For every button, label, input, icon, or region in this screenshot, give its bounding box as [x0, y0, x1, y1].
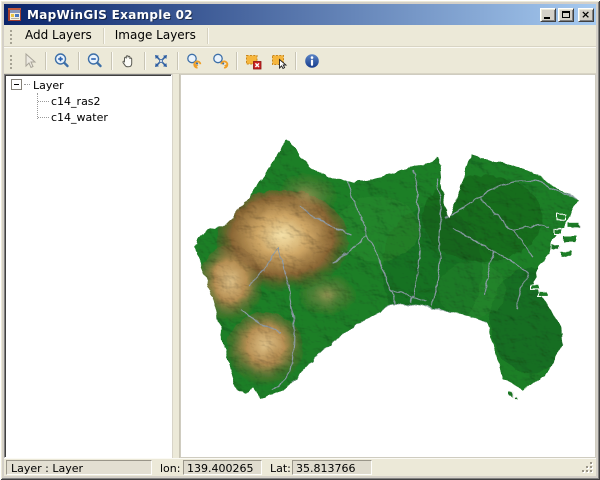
title-bar: MapWinGIS Example 02 ×	[4, 4, 596, 25]
menu-bar: Add Layers Image Layers	[4, 25, 596, 47]
select-shape-button[interactable]	[266, 49, 292, 72]
map-canvas[interactable]	[180, 74, 596, 458]
toolbar-separator	[78, 52, 79, 70]
tree-child-label: c14_ras2	[51, 95, 101, 108]
tree-root-label: Layer	[33, 79, 64, 92]
menu-separator	[207, 28, 208, 44]
toolbar-separator	[144, 52, 145, 70]
terrain-map	[181, 75, 595, 457]
pan-hand-icon	[119, 52, 137, 70]
maximize-button[interactable]	[558, 8, 574, 22]
zoom-in-icon	[53, 52, 71, 70]
close-button[interactable]: ×	[578, 8, 594, 22]
toolbar-separator	[45, 52, 46, 70]
menu-separator	[103, 28, 104, 44]
layers-tree: Layer c14_ras2 c14_water	[7, 77, 169, 125]
minimize-icon	[544, 17, 550, 19]
cursor-arrow-icon	[20, 52, 38, 70]
toolbar	[4, 47, 596, 74]
status-bar: Layer : Layer lon: 139.400265 Lat: 35.81…	[4, 458, 596, 476]
zoom-out-button[interactable]	[82, 49, 108, 72]
collapse-icon[interactable]	[11, 79, 22, 90]
select-shape-icon	[270, 52, 288, 70]
zoom-in-button[interactable]	[49, 49, 75, 72]
clear-selection-icon	[244, 52, 262, 70]
menu-image-layers[interactable]: Image Layers	[106, 25, 205, 46]
content-area: Layer c14_ras2 c14_water	[4, 74, 596, 458]
tree-node-layer[interactable]: Layer	[7, 77, 169, 93]
toolbar-separator	[236, 52, 237, 70]
menubar-grip[interactable]	[9, 28, 13, 44]
maximize-icon	[562, 11, 570, 18]
toolbar-grip[interactable]	[9, 53, 13, 69]
toolbar-separator	[111, 52, 112, 70]
panel-splitter[interactable]	[172, 74, 180, 458]
zoom-previous-button[interactable]	[181, 49, 207, 72]
zoom-out-icon	[86, 52, 104, 70]
identify-icon	[303, 52, 321, 70]
resize-grip[interactable]	[581, 461, 594, 474]
lat-value-box[interactable]: 35.813766	[292, 460, 372, 475]
clear-selection-button[interactable]	[240, 49, 266, 72]
toolbar-separator	[177, 52, 178, 70]
zoom-next-button[interactable]	[207, 49, 233, 72]
lat-label: Lat:	[270, 462, 291, 475]
close-icon: ×	[581, 10, 590, 20]
window-title: MapWinGIS Example 02	[27, 8, 538, 22]
tree-connector-dash	[24, 84, 30, 85]
tree-node-c14-ras2[interactable]: c14_ras2	[7, 93, 169, 109]
zoom-full-extent-button[interactable]	[148, 49, 174, 72]
minimize-button[interactable]	[540, 8, 556, 22]
zoom-full-extent-icon	[152, 52, 170, 70]
app-icon	[7, 7, 23, 23]
identify-button[interactable]	[299, 49, 325, 72]
toolbar-separator	[295, 52, 296, 70]
cursor-tool-button[interactable]	[16, 49, 42, 72]
menu-add-layers[interactable]: Add Layers	[16, 25, 101, 46]
app-window: MapWinGIS Example 02 × Add Layers Image …	[0, 0, 600, 480]
status-layer-panel: Layer : Layer	[6, 460, 152, 475]
zoom-previous-icon	[185, 52, 203, 70]
tree-child-label: c14_water	[51, 111, 108, 124]
lon-value-box[interactable]: 139.400265	[183, 460, 262, 475]
pan-button[interactable]	[115, 49, 141, 72]
layers-tree-panel: Layer c14_ras2 c14_water	[4, 74, 172, 458]
lon-label: lon:	[160, 462, 180, 475]
zoom-next-icon	[211, 52, 229, 70]
tree-node-c14-water[interactable]: c14_water	[7, 109, 169, 125]
